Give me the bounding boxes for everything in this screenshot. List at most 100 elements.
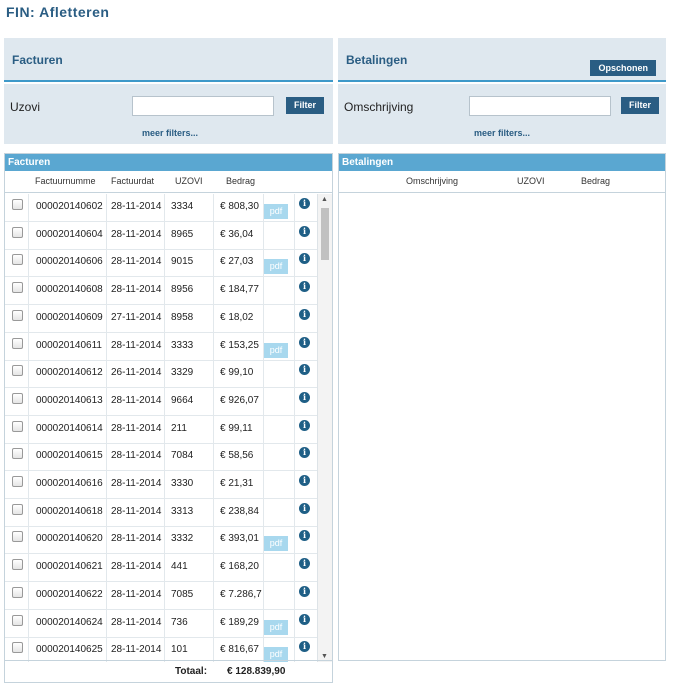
facturen-scrollbar[interactable]: ▲ ▼ bbox=[317, 194, 332, 662]
row-checkbox[interactable] bbox=[12, 392, 23, 404]
factuurnummer-cell: 000020140604 bbox=[36, 228, 103, 240]
row-checkbox[interactable] bbox=[12, 226, 23, 238]
bedrag-cell: € 99,11 bbox=[220, 422, 253, 434]
info-icon[interactable]: i bbox=[299, 281, 310, 293]
info-icon[interactable]: i bbox=[299, 364, 310, 376]
table-row[interactable]: 000020140614 28-11-2014 211 € 99,11 i bbox=[5, 416, 319, 444]
factuurdatum-cell: 28-11-2014 bbox=[111, 284, 162, 296]
column-header-factuurdatum[interactable]: Factuurdat bbox=[111, 176, 154, 186]
factuurdatum-cell: 28-11-2014 bbox=[111, 561, 162, 573]
table-row[interactable]: 000020140612 26-11-2014 3329 € 99,10 i bbox=[5, 360, 319, 389]
factuurdatum-cell: 28-11-2014 bbox=[111, 256, 162, 268]
bedrag-cell: € 189,29 bbox=[220, 616, 259, 628]
factuurdatum-cell: 28-11-2014 bbox=[111, 644, 162, 656]
pdf-download-button[interactable]: pdf bbox=[264, 619, 288, 635]
betalingen-more-filters-link[interactable]: meer filters... bbox=[474, 128, 530, 138]
row-checkbox[interactable] bbox=[12, 642, 23, 654]
table-row[interactable]: 000020140604 28-11-2014 8965 € 36,04 i bbox=[5, 222, 319, 250]
row-checkbox[interactable] bbox=[12, 199, 23, 210]
info-icon[interactable]: i bbox=[299, 253, 310, 265]
facturen-grid: Facturen Factuurnumme Factuurdat UZOVI B… bbox=[4, 153, 333, 683]
opschonen-button[interactable]: Opschonen bbox=[590, 60, 656, 76]
pdf-download-button[interactable]: pdf bbox=[264, 342, 288, 358]
bedrag-cell: € 99,10 bbox=[220, 367, 254, 379]
scroll-up-arrow-icon[interactable]: ▲ bbox=[321, 196, 328, 203]
table-row[interactable]: 000020140611 28-11-2014 3333 € 153,25 pdf i bbox=[5, 333, 319, 361]
row-checkbox[interactable] bbox=[12, 365, 23, 377]
row-checkbox[interactable] bbox=[12, 614, 23, 626]
pdf-download-button[interactable]: pdf bbox=[264, 259, 288, 275]
scroll-down-arrow-icon[interactable]: ▼ bbox=[321, 653, 328, 660]
column-header-bedrag[interactable]: Bedrag bbox=[226, 176, 255, 186]
bedrag-cell: € 7.286,7 bbox=[220, 588, 262, 600]
uzovi-cell: 7085 bbox=[171, 588, 194, 600]
row-checkbox[interactable] bbox=[12, 448, 23, 460]
table-row[interactable]: 000020140613 28-11-2014 9664 € 926,07 i bbox=[5, 388, 319, 416]
column-header-bedrag[interactable]: Bedrag bbox=[581, 176, 610, 186]
page-title: FIN: Afletteren bbox=[6, 4, 110, 20]
row-checkbox[interactable] bbox=[12, 282, 23, 294]
uzovi-cell: 9015 bbox=[171, 256, 194, 268]
uzovi-cell: 736 bbox=[171, 616, 188, 628]
omschrijving-filter-input[interactable] bbox=[469, 96, 611, 116]
row-checkbox[interactable] bbox=[12, 476, 23, 487]
table-row[interactable]: 000020140615 28-11-2014 7084 € 58,56 i bbox=[5, 443, 319, 472]
pdf-download-button[interactable]: pdf bbox=[264, 536, 288, 552]
factuurdatum-cell: 26-11-2014 bbox=[111, 367, 162, 379]
table-row[interactable]: 000020140622 28-11-2014 7085 € 7.286,7 i bbox=[5, 582, 319, 610]
table-row[interactable]: 000020140624 28-11-2014 736 € 189,29 pdf i bbox=[5, 610, 319, 638]
betalingen-filter-button[interactable]: Filter bbox=[621, 97, 660, 114]
table-row[interactable]: 000020140625 28-11-2014 101 € 816,67 pdf i bbox=[5, 637, 319, 662]
factuurdatum-cell: 28-11-2014 bbox=[111, 533, 162, 545]
facturen-panel-title: Facturen bbox=[12, 53, 63, 67]
factuurnummer-cell: 000020140609 bbox=[36, 311, 103, 323]
info-icon[interactable]: i bbox=[299, 419, 310, 431]
bedrag-cell: € 36,04 bbox=[220, 228, 254, 240]
uzovi-filter-input[interactable] bbox=[132, 96, 274, 116]
total-label: Totaal: bbox=[175, 666, 208, 677]
table-row[interactable]: 000020140618 28-11-2014 3313 € 238,84 i bbox=[5, 499, 319, 527]
info-icon[interactable]: i bbox=[299, 641, 310, 653]
row-checkbox[interactable] bbox=[12, 503, 23, 515]
table-row[interactable]: 000020140609 27-11-2014 8958 € 18,02 i bbox=[5, 305, 319, 333]
info-icon[interactable]: i bbox=[299, 502, 310, 514]
scrollbar-thumb[interactable] bbox=[321, 208, 329, 260]
info-icon[interactable]: i bbox=[299, 225, 310, 237]
info-icon[interactable]: i bbox=[299, 558, 310, 570]
facturen-panel-header: Facturen bbox=[4, 38, 333, 82]
table-row[interactable]: 000020140620 28-11-2014 3332 € 393,01 pdf i bbox=[5, 526, 319, 555]
info-icon[interactable]: i bbox=[299, 475, 310, 486]
row-checkbox[interactable] bbox=[12, 337, 23, 349]
row-checkbox[interactable] bbox=[12, 309, 23, 321]
info-icon[interactable]: i bbox=[299, 613, 310, 625]
info-icon[interactable]: i bbox=[299, 530, 310, 542]
column-header-omschrijving[interactable]: Omschrijving bbox=[406, 176, 458, 186]
info-icon[interactable]: i bbox=[299, 447, 310, 459]
column-header-uzovi[interactable]: UZOVI bbox=[175, 176, 203, 186]
row-checkbox[interactable] bbox=[12, 559, 23, 571]
table-row[interactable]: 000020140621 28-11-2014 441 € 168,20 i bbox=[5, 554, 319, 583]
row-checkbox[interactable] bbox=[12, 531, 23, 543]
facturen-filter-button[interactable]: Filter bbox=[286, 97, 325, 114]
info-icon[interactable]: i bbox=[299, 391, 310, 403]
info-icon[interactable]: i bbox=[299, 308, 310, 320]
pdf-download-button[interactable]: pdf bbox=[264, 204, 288, 219]
column-header-uzovi[interactable]: UZOVI bbox=[517, 176, 545, 186]
info-icon[interactable]: i bbox=[299, 198, 310, 209]
uzovi-cell: 441 bbox=[171, 561, 188, 573]
table-row[interactable]: 000020140602 28-11-2014 3334 € 808,30 pdf i bbox=[5, 194, 319, 222]
factuurnummer-cell: 000020140621 bbox=[36, 561, 103, 573]
info-icon[interactable]: i bbox=[299, 336, 310, 348]
uzovi-cell: 3332 bbox=[171, 533, 194, 545]
row-checkbox[interactable] bbox=[12, 586, 23, 598]
facturen-more-filters-link[interactable]: meer filters... bbox=[142, 128, 198, 138]
uzovi-cell: 211 bbox=[171, 422, 187, 434]
row-checkbox[interactable] bbox=[12, 420, 23, 432]
info-icon[interactable]: i bbox=[299, 585, 310, 597]
factuurnummer-cell: 000020140615 bbox=[36, 450, 103, 462]
row-checkbox[interactable] bbox=[12, 254, 23, 266]
table-row[interactable]: 000020140606 28-11-2014 9015 € 27,03 pdf i bbox=[5, 249, 319, 278]
table-row[interactable]: 000020140616 28-11-2014 3330 € 21,31 i bbox=[5, 471, 319, 499]
table-row[interactable]: 000020140608 28-11-2014 8956 € 184,77 i bbox=[5, 277, 319, 306]
column-header-factuurnummer[interactable]: Factuurnumme bbox=[35, 176, 96, 186]
